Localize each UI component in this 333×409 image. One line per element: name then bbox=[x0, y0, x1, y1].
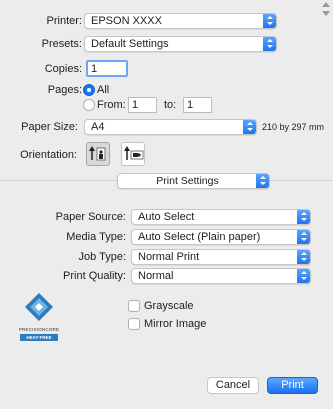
job-type-popup[interactable]: Normal Print bbox=[131, 249, 311, 265]
scroll-up-icon[interactable] bbox=[322, 2, 330, 7]
presets-popup[interactable]: Default Settings bbox=[84, 36, 277, 52]
pages-to-value: 1 bbox=[187, 99, 194, 111]
paper-source-value: Auto Select bbox=[138, 211, 195, 223]
pages-to-field[interactable]: 1 bbox=[183, 97, 212, 113]
section-value: Print Settings bbox=[156, 175, 219, 187]
updown-arrow-icon bbox=[263, 14, 276, 28]
cancel-button[interactable]: Cancel bbox=[207, 377, 259, 394]
printer-popup[interactable]: EPSON XXXX bbox=[84, 13, 277, 29]
print-button[interactable]: Print bbox=[267, 377, 318, 394]
updown-arrow-icon bbox=[297, 210, 310, 224]
updown-arrow-icon bbox=[263, 37, 276, 51]
presets-value: Default Settings bbox=[91, 38, 169, 50]
pages-all-radio[interactable] bbox=[83, 84, 95, 96]
updown-arrow-icon bbox=[243, 120, 256, 134]
paper-size-label: Paper Size: bbox=[21, 121, 78, 133]
grayscale-checkbox[interactable] bbox=[128, 300, 140, 312]
print-quality-value: Normal bbox=[138, 270, 174, 282]
printer-label: Printer: bbox=[46, 15, 82, 27]
portrait-orientation-icon bbox=[89, 146, 106, 161]
scroll-down-icon[interactable] bbox=[322, 11, 330, 16]
paper-source-popup[interactable]: Auto Select bbox=[131, 209, 311, 225]
media-type-value: Auto Select (Plain paper) bbox=[138, 231, 261, 243]
landscape-orientation-icon bbox=[124, 146, 144, 160]
media-type-popup[interactable]: Auto Select (Plain paper) bbox=[131, 229, 311, 245]
print-quality-label: Print Quality: bbox=[63, 270, 126, 282]
mirror-image-checkbox[interactable] bbox=[128, 318, 140, 330]
paper-source-label: Paper Source: bbox=[55, 211, 126, 223]
precisioncore-text: PRECISIONCORE bbox=[18, 327, 60, 332]
pages-from-value: 1 bbox=[132, 99, 139, 111]
job-type-label: Job Type: bbox=[78, 251, 127, 263]
precisioncore-diamond-icon bbox=[25, 293, 53, 321]
paper-size-dimensions: 210 by 297 mm bbox=[262, 122, 325, 132]
pages-all-label: All bbox=[97, 84, 110, 96]
media-type-label: Media Type: bbox=[66, 231, 126, 243]
orientation-label: Orientation: bbox=[20, 149, 77, 161]
copies-field[interactable]: 1 bbox=[86, 60, 128, 77]
paper-size-popup[interactable]: A4 bbox=[84, 119, 257, 135]
updown-arrow-icon bbox=[297, 269, 310, 283]
precisioncore-logo: PRECISIONCORE HEAT-FREE bbox=[14, 292, 64, 342]
heat-free-badge: HEAT-FREE bbox=[20, 334, 58, 341]
job-type-value: Normal Print bbox=[138, 251, 200, 263]
pages-to-label: to: bbox=[164, 99, 177, 111]
pages-from-label: From: bbox=[97, 99, 126, 111]
pages-range-radio[interactable] bbox=[83, 99, 95, 111]
pages-from-field[interactable]: 1 bbox=[128, 97, 157, 113]
section-popup[interactable]: Print Settings bbox=[117, 173, 270, 189]
grayscale-label: Grayscale bbox=[144, 300, 194, 312]
updown-arrow-icon bbox=[256, 174, 269, 188]
copies-label: Copies: bbox=[44, 63, 82, 75]
pages-label: Pages: bbox=[47, 84, 82, 96]
updown-arrow-icon bbox=[297, 250, 310, 264]
presets-label: Presets: bbox=[41, 38, 82, 50]
mirror-image-label: Mirror Image bbox=[144, 318, 207, 330]
updown-arrow-icon bbox=[297, 230, 310, 244]
copies-value: 1 bbox=[91, 63, 98, 75]
landscape-orientation-button[interactable] bbox=[121, 142, 145, 166]
print-quality-popup[interactable]: Normal bbox=[131, 268, 311, 284]
paper-size-value: A4 bbox=[91, 121, 105, 133]
portrait-orientation-button[interactable] bbox=[86, 142, 110, 166]
printer-value: EPSON XXXX bbox=[91, 15, 162, 27]
